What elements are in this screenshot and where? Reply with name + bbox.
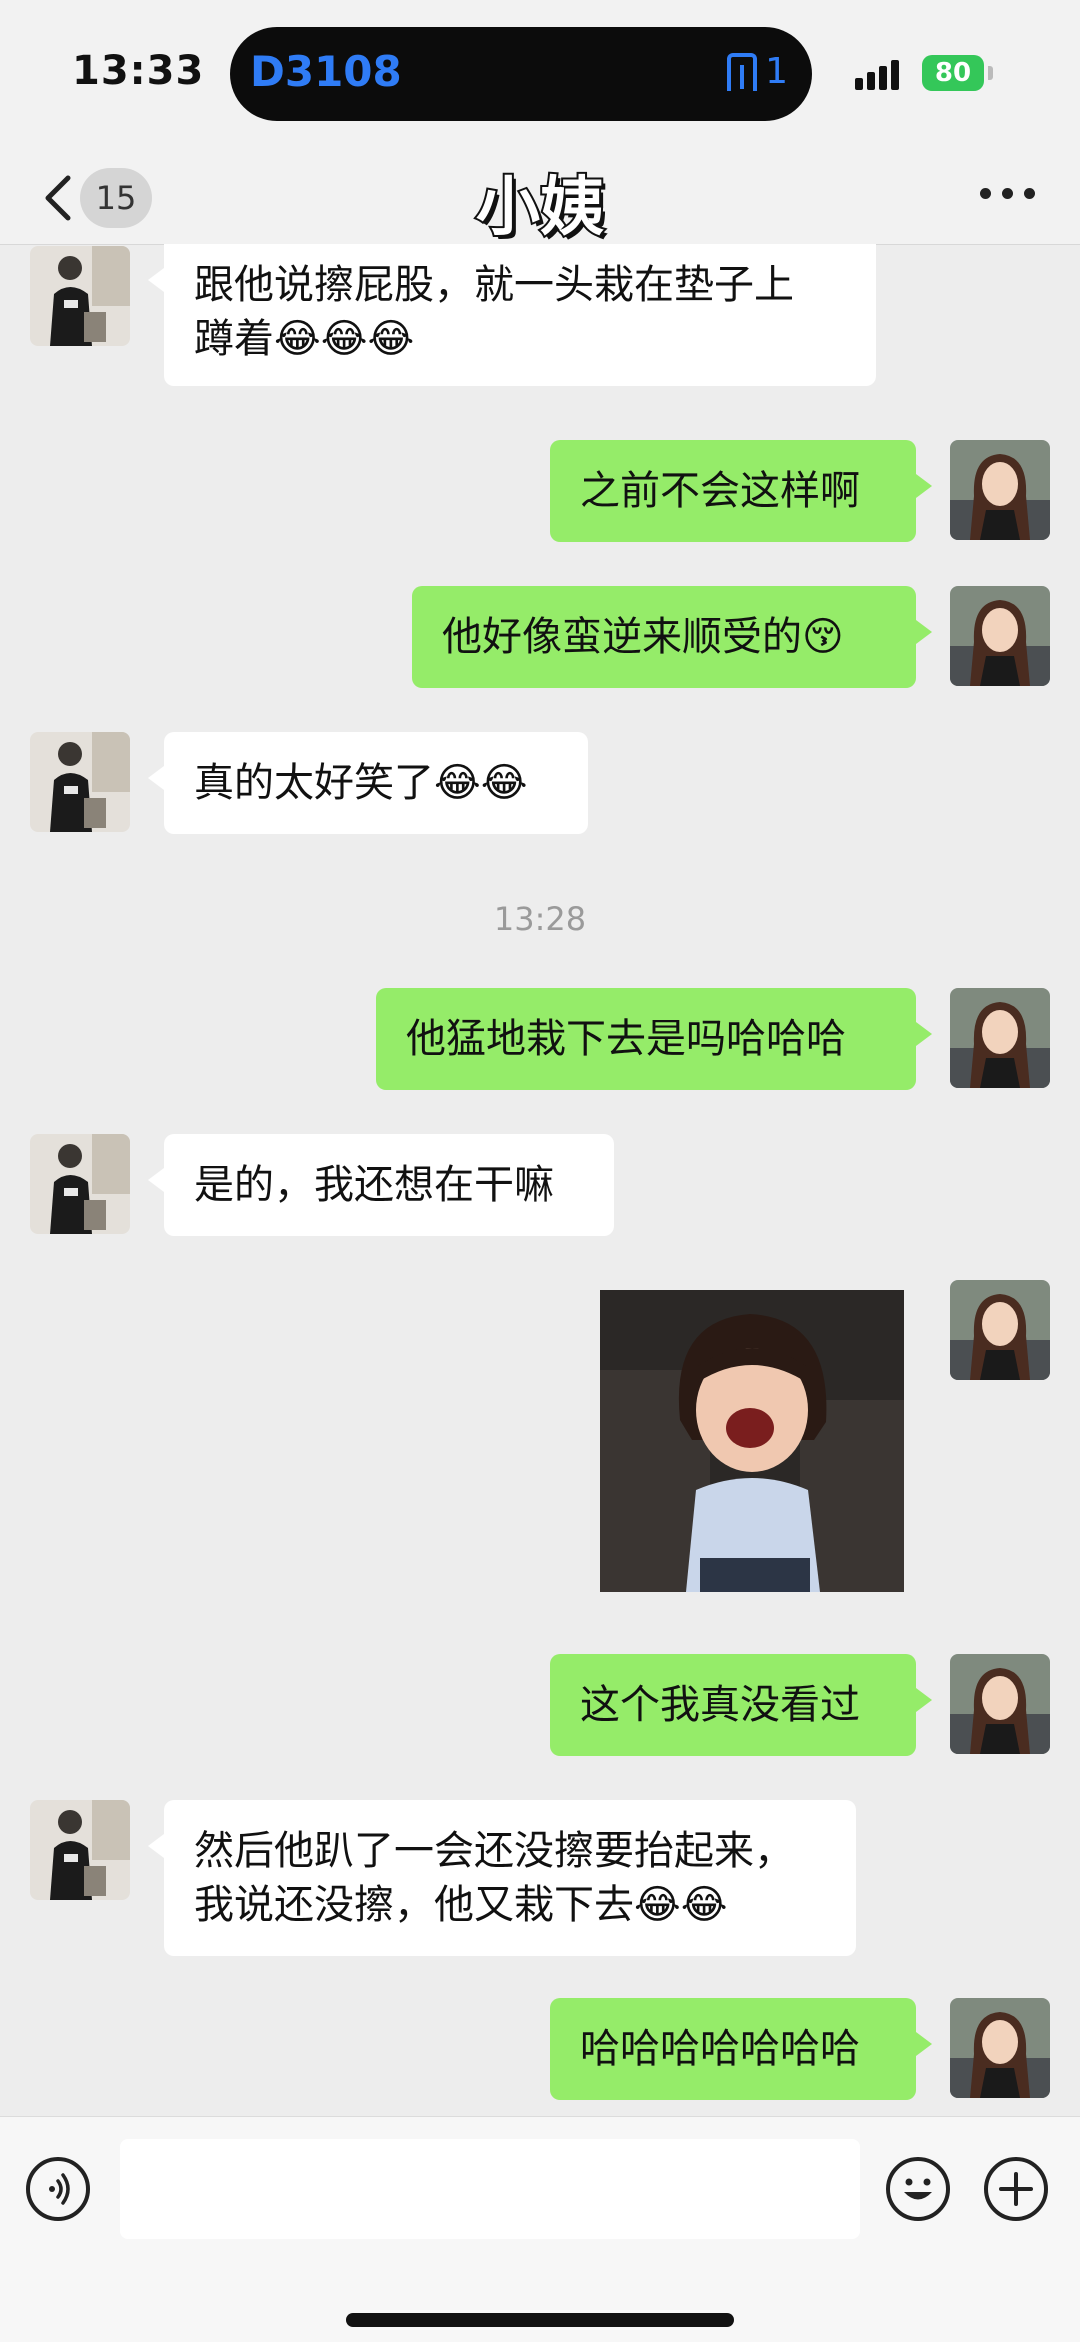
gate-number: 1 [765, 51, 788, 92]
status-time: 13:33 [72, 48, 205, 94]
message-bubble-outgoing[interactable]: 他猛地栽下去是吗哈哈哈 [376, 988, 932, 1090]
status-bar: 13:33 D3108 1 80 [0, 0, 1080, 150]
message-text: 我说还没擦，他又栽下去😂😂 [194, 1882, 728, 1928]
voice-icon[interactable] [26, 2157, 90, 2221]
message-text: 真的太好笑了😂😂 [194, 760, 528, 806]
my-avatar[interactable] [950, 1654, 1050, 1754]
message-bubble-outgoing[interactable]: 哈哈哈哈哈哈哈 [550, 1998, 932, 2100]
message-bubble-outgoing[interactable]: 这个我真没看过 [550, 1654, 932, 1756]
chat-title: 小姨 [474, 169, 606, 247]
my-avatar[interactable] [950, 988, 1050, 1088]
my-avatar[interactable] [950, 1998, 1050, 2098]
message-bubble-incoming[interactable]: 真的太好笑了😂😂 [148, 732, 588, 834]
dynamic-island[interactable]: D3108 1 [230, 27, 812, 121]
chat-header: 15 小姨 [0, 150, 1080, 247]
message-list[interactable]: 跟他说擦屁股，就一头栽在垫子上 蹲着😂😂😂 之前不会这样啊 他好像蛮逆来顺受的😚… [0, 244, 1080, 2116]
message-timestamp: 13:28 [493, 900, 587, 938]
message-text: 之前不会这样啊 [580, 468, 860, 514]
message-bubble-incoming[interactable]: 然后他趴了一会还没擦要抬起来， 我说还没擦，他又栽下去😂😂 [148, 1800, 856, 1956]
message-text: 哈哈哈哈哈哈哈 [580, 2026, 860, 2072]
contact-avatar[interactable] [30, 246, 130, 346]
gate-indicator: 1 [727, 51, 788, 92]
contact-avatar[interactable] [30, 1800, 130, 1900]
more-icon[interactable] [980, 188, 1036, 202]
home-indicator[interactable] [346, 2313, 734, 2327]
my-avatar[interactable] [950, 586, 1050, 686]
my-avatar[interactable] [950, 440, 1050, 540]
message-text: 是的，我还想在干嘛 [194, 1162, 554, 1208]
battery-level: 80 [934, 58, 972, 88]
message-bubble-incoming[interactable]: 跟他说擦屁股，就一头栽在垫子上 蹲着😂😂😂 [148, 244, 876, 386]
input-bar [0, 2116, 1080, 2342]
gate-icon [727, 52, 758, 91]
message-text: 他猛地栽下去是吗哈哈哈 [406, 1016, 846, 1062]
signal-icon [855, 58, 911, 90]
message-input[interactable] [120, 2139, 860, 2239]
message-text: 蹲着😂😂😂 [194, 316, 415, 362]
train-number: D3108 [250, 47, 402, 96]
battery-tip [988, 66, 993, 80]
contact-avatar[interactable] [30, 1134, 130, 1234]
message-bubble-outgoing[interactable]: 之前不会这样啊 [550, 440, 932, 542]
emoji-icon[interactable] [886, 2157, 950, 2221]
laughing-girl-sticker[interactable] [600, 1290, 904, 1592]
battery-icon: 80 [922, 55, 984, 91]
message-text: 他好像蛮逆来顺受的😚 [442, 614, 844, 660]
message-bubble-incoming[interactable]: 是的，我还想在干嘛 [148, 1134, 614, 1236]
plus-icon[interactable] [984, 2157, 1048, 2221]
my-avatar[interactable] [950, 1280, 1050, 1380]
message-text: 这个我真没看过 [580, 1682, 860, 1728]
message-text: 跟他说擦屁股，就一头栽在垫子上 [194, 262, 794, 308]
contact-avatar[interactable] [30, 732, 130, 832]
message-text: 然后他趴了一会还没擦要抬起来， [194, 1828, 794, 1874]
message-bubble-outgoing[interactable]: 他好像蛮逆来顺受的😚 [412, 586, 932, 688]
